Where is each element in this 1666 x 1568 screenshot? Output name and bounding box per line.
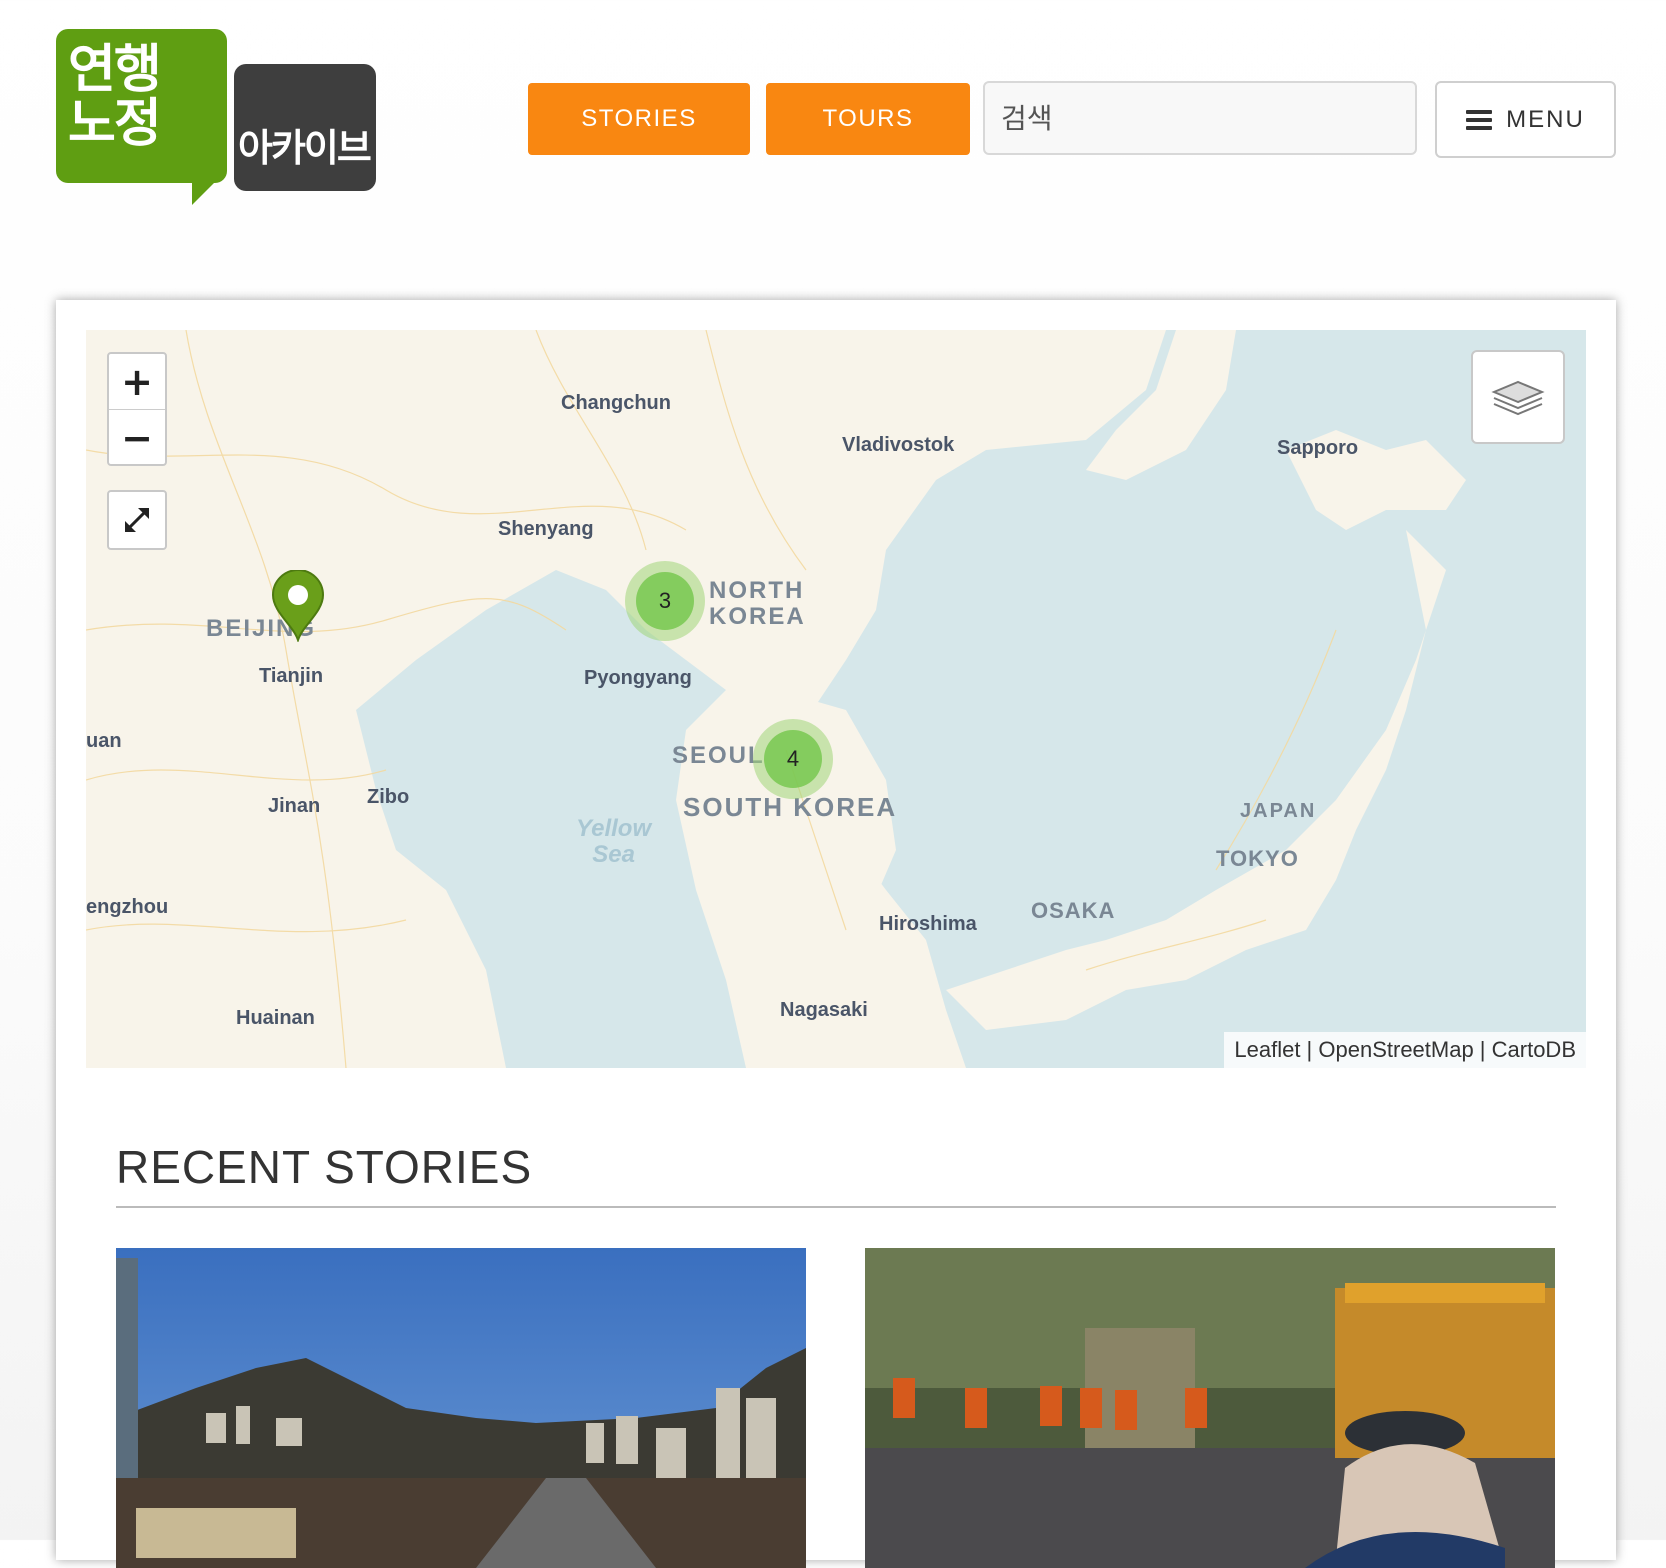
label-changchun: Changchun xyxy=(561,392,671,414)
workers-photo xyxy=(865,1248,1555,1568)
label-hiroshima: Hiroshima xyxy=(879,913,977,935)
main-card: Changchun Vladivostok Sapporo Shenyang B… xyxy=(56,300,1616,1568)
city-photo xyxy=(116,1248,806,1568)
stories-button[interactable]: STORIES xyxy=(528,83,750,155)
label-tianjin: Tianjin xyxy=(259,665,324,687)
map[interactable]: Changchun Vladivostok Sapporo Shenyang B… xyxy=(86,330,1586,1068)
map-tiles xyxy=(86,330,1586,1068)
layers-icon xyxy=(1491,380,1545,416)
story-card-city[interactable] xyxy=(116,1248,806,1568)
label-zibo: Zibo xyxy=(367,786,410,808)
cluster-north[interactable]: 3 xyxy=(625,561,705,641)
map-pin-icon[interactable] xyxy=(271,570,325,642)
search-input[interactable] xyxy=(983,81,1417,155)
label-jinan: Jinan xyxy=(268,795,321,817)
cluster-seoul[interactable]: 4 xyxy=(753,719,833,799)
layers-button[interactable] xyxy=(1471,350,1565,444)
story-card-workers[interactable] xyxy=(865,1248,1555,1568)
label-tokyo: TOKYO xyxy=(1216,846,1299,871)
label-north-korea: NORTH KOREA xyxy=(709,577,806,630)
logo-green-text: 연행 노정 xyxy=(68,40,162,154)
menu-label: MENU xyxy=(1506,105,1585,133)
label-sapporo: Sapporo xyxy=(1277,437,1359,459)
logo-dark-text: 아카이브 xyxy=(238,126,372,170)
label-osaka: OSAKA xyxy=(1031,898,1116,923)
label-yellow-sea: Yellow Sea xyxy=(576,815,652,868)
label-japan: JAPAN xyxy=(1240,800,1317,822)
label-huainan: Huainan xyxy=(236,1007,315,1029)
cluster-count: 3 xyxy=(636,572,694,630)
label-vladivostok: Vladivostok xyxy=(842,434,955,456)
zoom-control: + − xyxy=(107,352,167,466)
label-yuan: uan xyxy=(86,730,122,752)
zoom-in-button[interactable]: + xyxy=(109,354,165,410)
cluster-count: 4 xyxy=(764,730,822,788)
hamburger-icon xyxy=(1466,109,1493,130)
divider xyxy=(116,1206,1556,1208)
recent-stories-title: RECENT STORIES xyxy=(116,1141,533,1193)
label-pyongyang: Pyongyang xyxy=(584,667,692,689)
label-shenyang: Shenyang xyxy=(498,518,594,540)
label-seoul: SEOUL xyxy=(672,742,765,769)
expand-icon xyxy=(124,507,150,533)
tours-button[interactable]: TOURS xyxy=(766,83,970,155)
label-nagasaki: Nagasaki xyxy=(780,999,868,1021)
menu-button[interactable]: MENU xyxy=(1435,81,1616,158)
map-attribution[interactable]: Leaflet | OpenStreetMap | CartoDB xyxy=(1224,1032,1586,1068)
label-zhengzhou: engzhou xyxy=(86,896,169,918)
fullscreen-button[interactable] xyxy=(107,490,167,550)
site-logo[interactable]: 연행 노정 아카이브 xyxy=(54,29,384,214)
zoom-out-button[interactable]: − xyxy=(109,410,165,465)
